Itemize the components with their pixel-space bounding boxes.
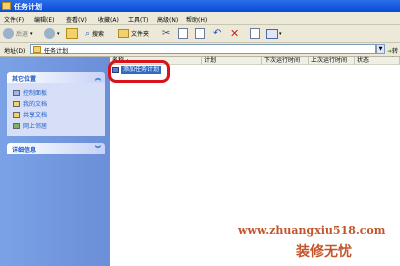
details-title: 详细信息: [12, 147, 37, 154]
column-header-status[interactable]: 状态: [355, 57, 400, 65]
up-button[interactable]: [66, 27, 78, 40]
folders-label: 文件夹: [131, 31, 150, 38]
details-header[interactable]: 详细信息 ︾: [7, 143, 105, 154]
views-button[interactable]: ▾: [266, 27, 282, 40]
menu-edit[interactable]: 编辑(E): [34, 15, 54, 24]
collapse-chevron-icon[interactable]: ︽: [95, 73, 101, 82]
address-bar: 地址(D) 任务计划 ▼ ➜转到: [0, 43, 400, 64]
link-label: 网上邻居: [23, 123, 48, 130]
menu-file[interactable]: 文件(F): [4, 15, 24, 24]
other-places-header[interactable]: 其它位置 ︽: [7, 72, 105, 83]
views-icon: [266, 28, 278, 39]
menu-help[interactable]: 帮助(H): [186, 15, 207, 24]
task-pane: 其它位置 ︽ 控制面板 我的文档 共享文档 网上邻居 详细信息 ︾: [0, 57, 110, 266]
control-panel-icon: [13, 89, 20, 96]
folders-button[interactable]: 文件夹: [118, 27, 149, 40]
menu-bar: 文件(F) 编辑(E) 查看(V) 收藏(A) 工具(T) 高级(N) 帮助(H…: [0, 12, 400, 25]
highlight-circle: [108, 60, 170, 83]
link-my-documents[interactable]: 我的文档: [13, 99, 47, 108]
column-header-next-run[interactable]: 下次运行时间: [262, 57, 309, 65]
back-arrow-icon: [3, 28, 14, 39]
address-dropdown-button[interactable]: ▼: [376, 44, 385, 54]
paste-icon: [195, 28, 205, 39]
back-button[interactable]: 后退 ▾: [3, 27, 33, 40]
watermark-url: www.zhuangxiu518.com: [238, 224, 386, 237]
folder-icon: [33, 46, 41, 53]
link-shared-documents[interactable]: 共享文档: [13, 110, 47, 119]
column-header-schedule[interactable]: 计划: [202, 57, 262, 65]
network-places-icon: [13, 122, 20, 129]
folder-up-icon: [66, 28, 78, 39]
search-icon: ⌕: [85, 28, 91, 39]
back-label: 后退: [16, 31, 29, 38]
my-documents-icon: [13, 100, 20, 107]
link-network-places[interactable]: 网上邻居: [13, 121, 47, 130]
chevron-down-icon: ▾: [30, 30, 33, 37]
shared-documents-icon: [13, 111, 20, 118]
other-places-body: 控制面板 我的文档 共享文档 网上邻居: [7, 83, 105, 136]
delete-button[interactable]: ✕: [230, 27, 239, 40]
address-label: 地址(D): [4, 48, 26, 55]
column-header-last-run[interactable]: 上次运行时间: [309, 57, 355, 65]
window-title: 任务计划: [14, 3, 42, 11]
properties-button[interactable]: [250, 27, 260, 40]
address-input[interactable]: 任务计划: [30, 44, 376, 55]
chevron-down-icon: ▾: [279, 30, 282, 37]
address-value: 任务计划: [44, 48, 69, 55]
title-bar: 任务计划: [0, 0, 400, 12]
link-label: 我的文档: [23, 101, 48, 108]
link-label: 控制面板: [23, 90, 48, 97]
search-button[interactable]: ⌕ 搜索: [85, 27, 104, 40]
folders-icon: [118, 29, 129, 38]
expand-chevron-icon[interactable]: ︾: [95, 144, 101, 153]
link-control-panel[interactable]: 控制面板: [13, 88, 47, 97]
menu-advanced[interactable]: 高级(N): [157, 15, 178, 24]
other-places-title: 其它位置: [12, 76, 37, 83]
chevron-down-icon: ▾: [57, 30, 60, 37]
toolbar: 后退 ▾ ▾ ⌕ 搜索 文件夹 ✂ ↶ ✕ ▾: [0, 25, 400, 43]
cut-button[interactable]: ✂: [162, 27, 170, 40]
copy-icon: [178, 28, 188, 39]
undo-button[interactable]: ↶: [213, 27, 221, 40]
copy-button[interactable]: [178, 27, 188, 40]
paste-button[interactable]: [195, 27, 205, 40]
properties-icon: [250, 28, 260, 39]
scheduled-tasks-icon: [2, 2, 11, 10]
watermark-name: 装修无忧: [296, 244, 352, 260]
forward-arrow-icon: [44, 28, 55, 39]
undo-icon: ↶: [213, 28, 222, 39]
forward-button[interactable]: ▾: [44, 27, 60, 40]
link-label: 共享文档: [23, 112, 48, 119]
menu-tools[interactable]: 工具(T): [128, 15, 148, 24]
menu-favorites[interactable]: 收藏(A): [98, 15, 119, 24]
menu-view[interactable]: 查看(V): [66, 15, 87, 24]
search-label: 搜索: [92, 31, 105, 38]
scissors-icon: ✂: [162, 28, 171, 39]
delete-icon: ✕: [230, 27, 240, 40]
